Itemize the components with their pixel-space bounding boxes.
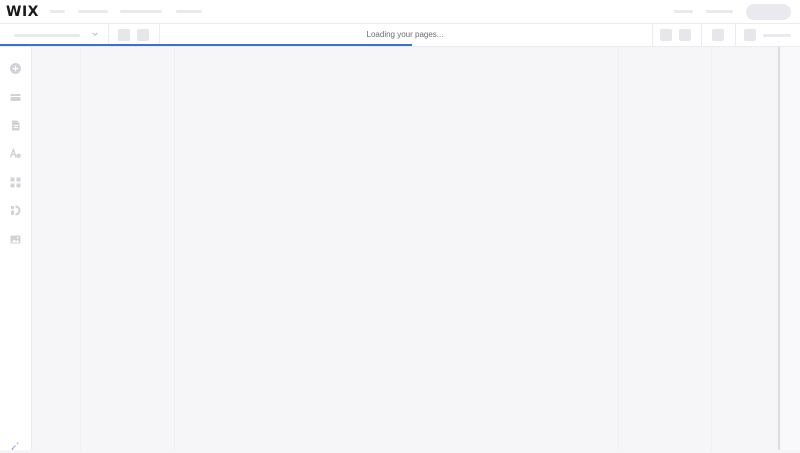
toolbar-button-placeholder-2[interactable] xyxy=(137,29,149,41)
toolbar-button-placeholder-5[interactable] xyxy=(712,29,724,41)
pages-icon[interactable] xyxy=(9,119,22,132)
ai-assistant-icon[interactable] xyxy=(9,440,22,450)
page-selector-placeholder[interactable] xyxy=(14,34,80,37)
publish-button-placeholder[interactable] xyxy=(746,4,791,20)
toolbar-button-placeholder-4[interactable] xyxy=(679,29,691,41)
loading-progress-bar xyxy=(0,44,800,46)
right-placeholder-1 xyxy=(674,10,693,13)
editor-canvas[interactable] xyxy=(33,47,779,450)
top-bar: WIX xyxy=(0,0,800,24)
apps-icon[interactable] xyxy=(9,176,22,189)
left-sidebar xyxy=(0,47,32,450)
media-icon[interactable] xyxy=(9,233,22,246)
canvas-guide-mid-left xyxy=(174,47,175,450)
add-icon[interactable] xyxy=(9,62,22,75)
zoom-placeholder[interactable] xyxy=(763,34,791,37)
right-placeholder-2 xyxy=(706,10,733,13)
menu-placeholder-3 xyxy=(120,10,162,13)
toolbar-button-placeholder-6[interactable] xyxy=(744,29,756,41)
chevron-down-icon[interactable] xyxy=(91,30,99,38)
menu-placeholder-1 xyxy=(50,10,65,13)
business-icon[interactable] xyxy=(9,204,22,217)
menu-placeholder-2 xyxy=(78,10,108,13)
loading-progress-fill xyxy=(0,44,412,46)
toolbar-button-placeholder-3[interactable] xyxy=(660,29,672,41)
canvas-guide-right xyxy=(711,47,712,450)
canvas-guide-left xyxy=(80,47,81,450)
canvas-guide-mid-right xyxy=(618,47,619,450)
loading-status-text: Loading your pages... xyxy=(366,30,444,39)
sections-icon[interactable] xyxy=(9,91,22,104)
toolbar-button-placeholder-1[interactable] xyxy=(118,29,130,41)
design-icon[interactable] xyxy=(9,147,22,160)
right-gutter xyxy=(780,47,800,450)
menu-placeholder-4 xyxy=(176,10,202,13)
wix-logo[interactable]: WIX xyxy=(6,4,39,20)
